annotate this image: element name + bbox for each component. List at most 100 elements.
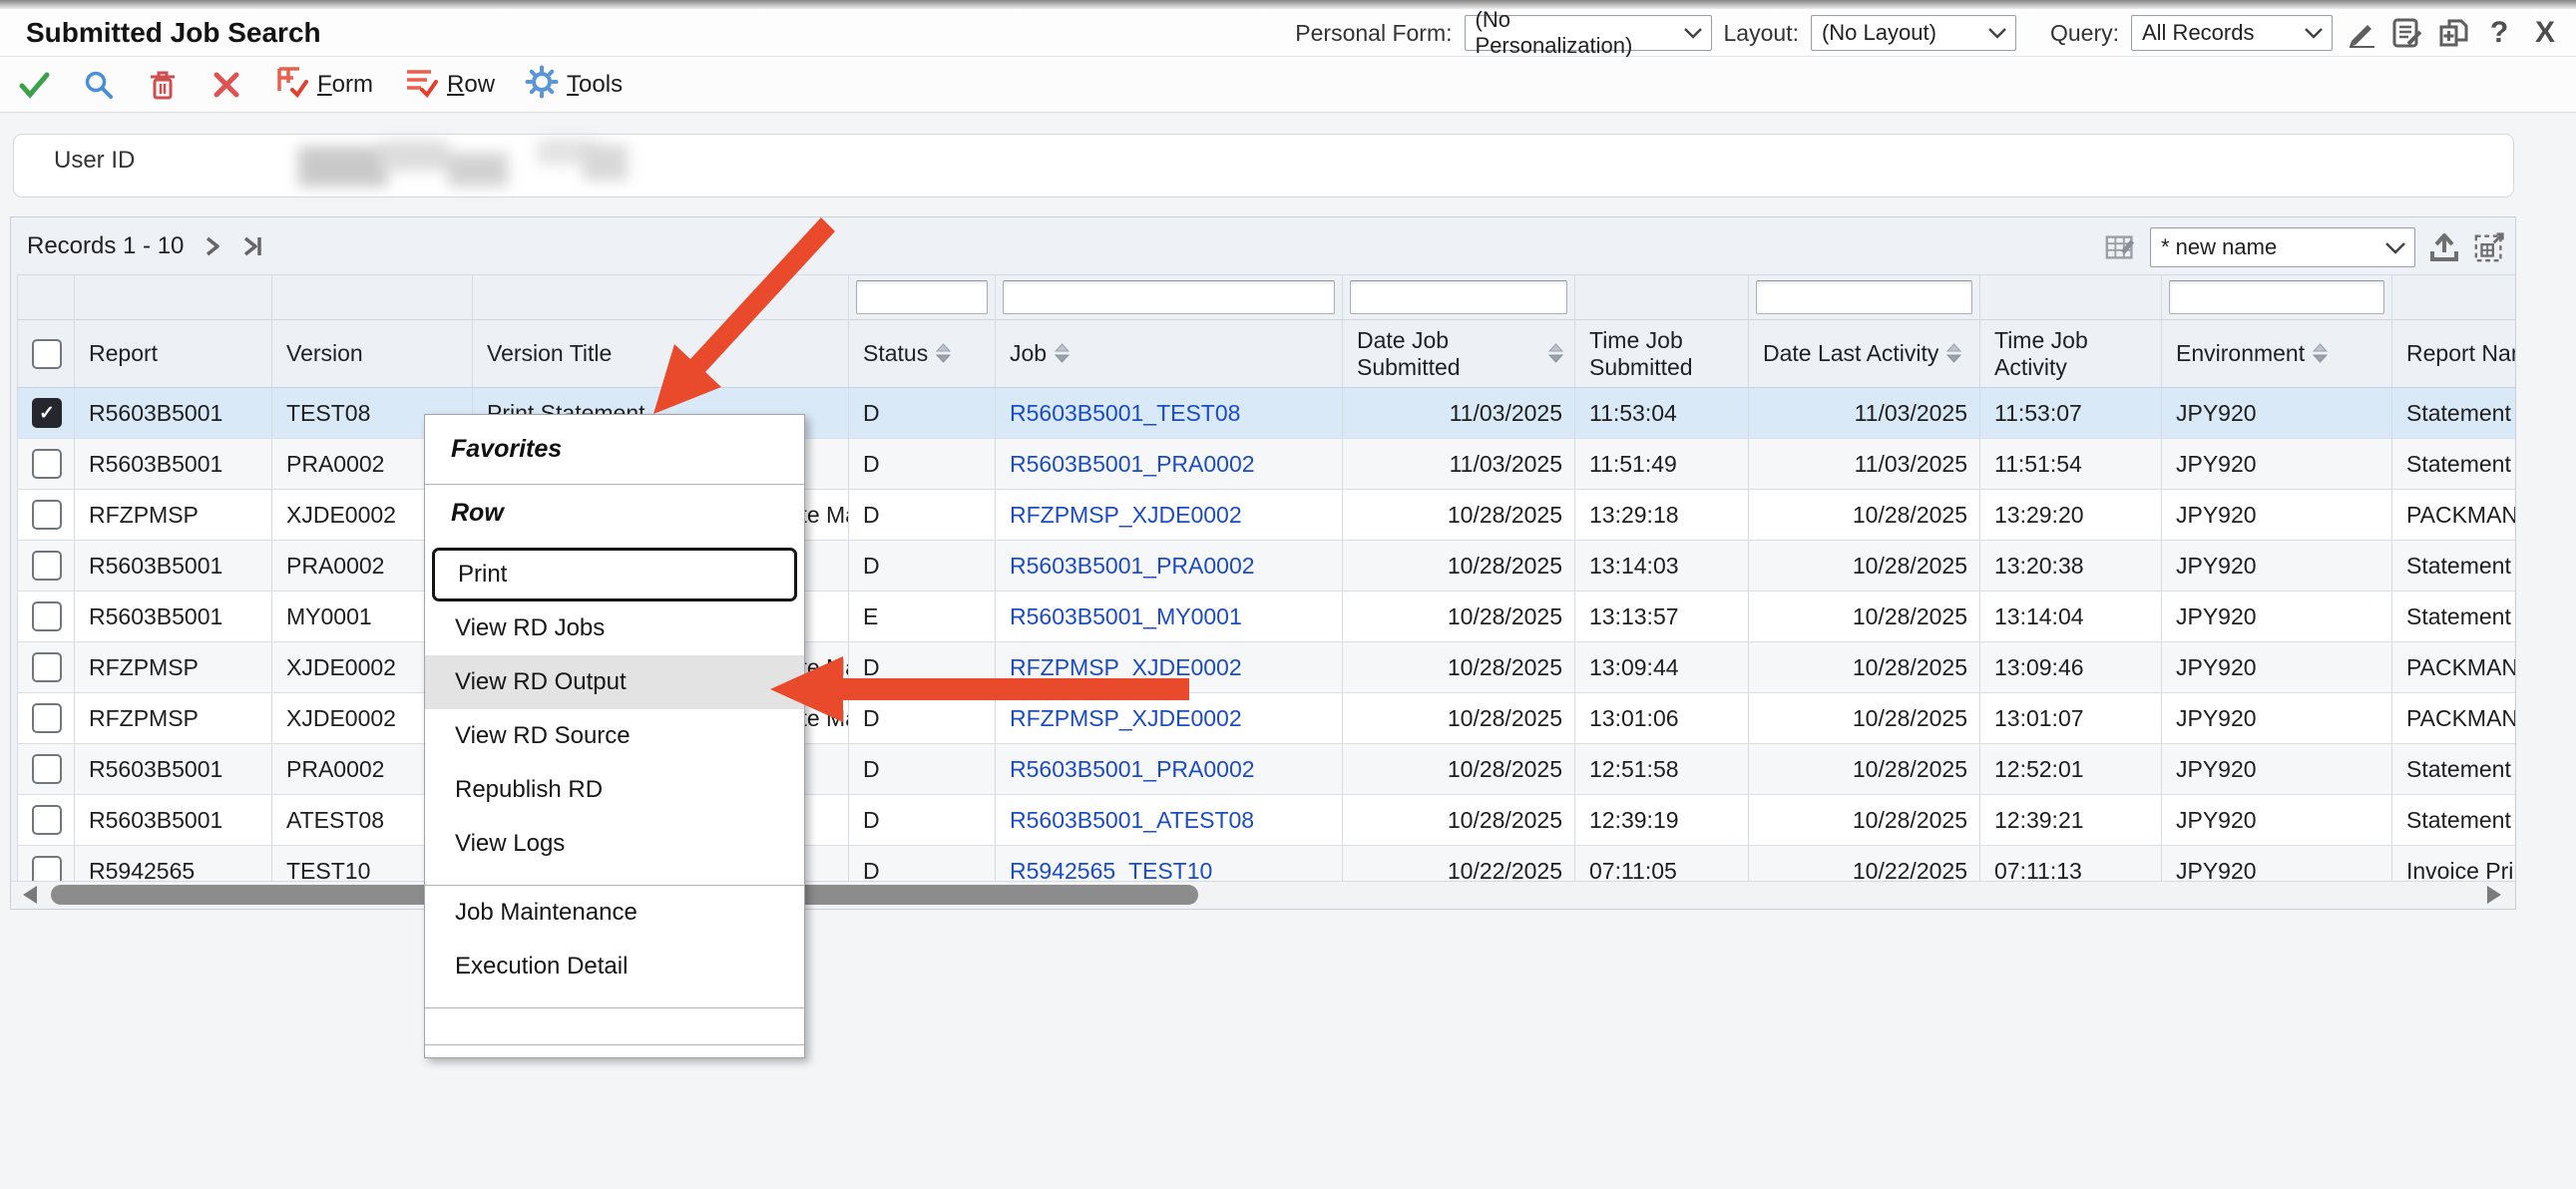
expand-grid-icon[interactable] (2473, 230, 2507, 264)
scroll-right-icon[interactable] (2487, 886, 2501, 904)
delete-trash-icon[interactable] (146, 68, 180, 102)
cell-date_job_submitted: 10/28/2025 (1343, 642, 1575, 692)
submitted-jobs-grid: Records 1 - 10 * new name (10, 216, 2516, 910)
form-menu-button[interactable]: Form (273, 64, 373, 105)
close-icon[interactable]: X (2528, 16, 2562, 50)
cell-check (17, 592, 75, 641)
filter-input-job[interactable] (1003, 280, 1335, 314)
column-label: Report (89, 340, 158, 366)
select-all-checkbox[interactable] (32, 339, 62, 369)
column-header-date_last_activity[interactable]: Date Last Activity (1749, 320, 1980, 387)
save-as-icon[interactable] (2436, 16, 2470, 50)
cell-time_job_activity: 07:11:13 (1980, 846, 2162, 884)
table-row[interactable]: R5603B5001PRA0002Print StatementDR5603B5… (17, 541, 2516, 592)
column-header-environment[interactable]: Environment (2162, 320, 2392, 387)
layout-select[interactable]: (No Layout) (1811, 15, 2016, 51)
row-checkbox[interactable] (32, 500, 62, 530)
cell-report: RFZPMSP (75, 693, 272, 743)
table-row[interactable]: R5942565TEST10Delivery Note SKDR5942565_… (17, 846, 2516, 884)
job-link[interactable]: R5603B5001_PRA0002 (1010, 451, 1255, 478)
horizontal-scrollbar[interactable] (11, 881, 2515, 909)
menu-item-view-rd-jobs[interactable]: View RD Jobs (425, 601, 804, 655)
column-header-status[interactable]: Status (849, 320, 996, 387)
table-row[interactable]: R5603B5001PRA0002Print StatementDR5603B5… (17, 744, 2516, 795)
table-row[interactable]: R5603B5001ATEST08Print Statement BIPDR56… (17, 795, 2516, 846)
table-row[interactable]: RFZPMSPXJDE0002PACKMAN - Submit TST Upda… (17, 642, 2516, 693)
filter-input-date_job_submitted[interactable] (1350, 280, 1567, 314)
edit-query-pencil-icon[interactable] (2345, 16, 2378, 50)
cancel-x-icon[interactable] (210, 68, 243, 102)
menu-item-execution-detail[interactable]: Execution Detail (425, 940, 804, 993)
ok-check-icon[interactable] (18, 68, 52, 102)
cell-date_last_activity: 10/28/2025 (1749, 541, 1980, 591)
cell-status: D (849, 693, 996, 743)
row-checkbox[interactable]: ✓ (32, 398, 62, 428)
job-link[interactable]: R5603B5001_MY0001 (1010, 603, 1242, 630)
menu-item-view-rd-source[interactable]: View RD Source (425, 709, 804, 763)
job-link[interactable]: RFZPMSP_XJDE0002 (1010, 654, 1242, 681)
table-row[interactable]: R5603B5001PRA0002Print StatementDR5603B5… (17, 439, 2516, 490)
job-link[interactable]: R5603B5001_PRA0002 (1010, 756, 1255, 783)
menu-item-job-maintenance[interactable]: Job Maintenance (425, 886, 804, 940)
job-link[interactable]: R5603B5001_PRA0002 (1010, 553, 1255, 580)
row-checkbox[interactable] (32, 754, 62, 784)
export-grid-icon[interactable] (2427, 230, 2461, 264)
column-header-date_job_submitted[interactable]: Date Job Submitted (1343, 320, 1575, 387)
saved-query-select[interactable]: * new name (2150, 227, 2415, 267)
column-header-job[interactable]: Job (996, 320, 1343, 387)
cell-time_job_activity: 11:53:07 (1980, 388, 2162, 438)
filter-input-environment[interactable] (2169, 280, 2384, 314)
form-exit-icon (273, 64, 309, 105)
personal-form-select[interactable]: (No Personalization) (1465, 15, 1712, 51)
find-search-icon[interactable] (82, 68, 116, 102)
menu-item-view-rd-output[interactable]: View RD Output (425, 655, 804, 709)
job-link[interactable]: RFZPMSP_XJDE0002 (1010, 502, 1242, 529)
menu-header-row: Row (425, 485, 804, 534)
cell-environment: JPY920 (2162, 388, 2392, 438)
table-row[interactable]: RFZPMSPXJDE0002PACKMAN - Submit TST Upda… (17, 490, 2516, 541)
row-checkbox[interactable] (32, 449, 62, 479)
job-link[interactable]: R5603B5001_TEST08 (1010, 400, 1240, 427)
last-page-icon[interactable] (241, 234, 267, 258)
user-id-label: User ID (54, 147, 135, 175)
cell-time_job_submitted: 12:51:58 (1575, 744, 1749, 794)
job-link[interactable]: RFZPMSP_XJDE0002 (1010, 705, 1242, 732)
job-link[interactable]: R5603B5001_ATEST08 (1010, 807, 1254, 834)
row-menu-button[interactable]: Row (403, 64, 495, 105)
column-label: Job (1010, 340, 1047, 366)
table-row[interactable]: R5603B5001MY0001Print StatementER5603B50… (17, 592, 2516, 642)
row-checkbox[interactable] (32, 805, 62, 835)
grid-edit-icon[interactable] (2104, 230, 2138, 264)
query-select[interactable]: All Records (2131, 15, 2333, 51)
filter-cell-report (75, 275, 272, 319)
filter-input-status[interactable] (856, 280, 988, 314)
filter-input-date_last_activity[interactable] (1756, 280, 1972, 314)
tools-menu-button[interactable]: Tools (525, 65, 623, 104)
cell-date_last_activity: 10/28/2025 (1749, 795, 1980, 845)
scroll-left-icon[interactable] (23, 886, 37, 904)
cell-time_job_activity: 12:52:01 (1980, 744, 2162, 794)
next-page-icon[interactable] (202, 234, 223, 258)
menu-item-republish-rd[interactable]: Republish RD (425, 763, 804, 817)
row-checkbox[interactable] (32, 703, 62, 733)
column-label: Status (863, 340, 928, 366)
cell-job: RFZPMSP_XJDE0002 (996, 490, 1343, 540)
cell-date_last_activity: 10/28/2025 (1749, 744, 1980, 794)
grid-tools: * new name (2104, 227, 2507, 267)
menu-item-print[interactable]: Print (432, 548, 797, 601)
row-checkbox[interactable] (32, 551, 62, 581)
help-icon[interactable]: ? (2482, 16, 2516, 50)
row-checkbox[interactable] (32, 652, 62, 682)
cell-time_job_activity: 13:09:46 (1980, 642, 2162, 692)
row-checkbox[interactable] (32, 601, 62, 631)
title-bar-controls: Personal Form: (No Personalization) Layo… (1295, 13, 2562, 53)
table-row[interactable]: ✓R5603B5001TEST08Print StatementDR5603B5… (17, 388, 2516, 439)
row-checkbox[interactable] (32, 856, 62, 884)
filter-cell-job (996, 275, 1343, 319)
cell-status: D (849, 642, 996, 692)
personalize-form-icon[interactable] (2390, 16, 2424, 50)
menu-item-view-logs[interactable]: View Logs (425, 817, 804, 871)
table-row[interactable]: RFZPMSPXJDE0002PACKMAN - Submit TST Upda… (17, 693, 2516, 744)
cell-report: R5603B5001 (75, 592, 272, 641)
cell-report: R5603B5001 (75, 439, 272, 489)
